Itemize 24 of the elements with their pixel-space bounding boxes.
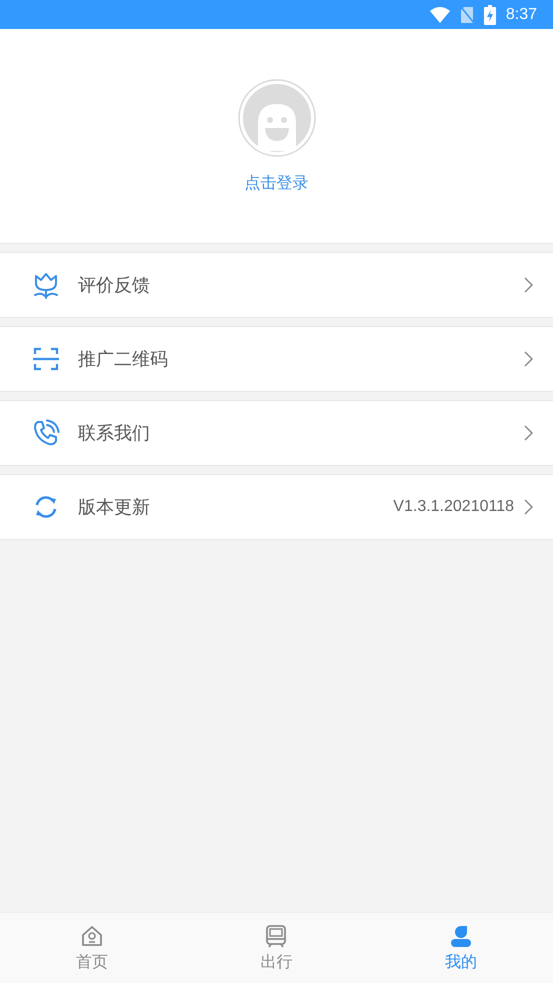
wifi-icon: [430, 6, 450, 22]
chevron-right-icon: [524, 499, 533, 515]
phone-icon: [32, 419, 60, 447]
chevron-right-icon: [524, 425, 533, 441]
menu-item[interactable]: 评价反馈: [0, 252, 553, 318]
no-sim-icon: [460, 6, 474, 24]
status-time: 8:37: [506, 6, 537, 24]
home-icon: [80, 924, 104, 948]
chevron-right-icon: [524, 277, 533, 293]
menu-label: 版本更新: [78, 496, 151, 519]
person-icon: [448, 924, 473, 948]
menu-item[interactable]: 推广二维码: [0, 326, 553, 392]
menu-item[interactable]: 联系我们: [0, 400, 553, 466]
bus-icon: [264, 924, 288, 948]
tulip-icon: [32, 271, 60, 299]
battery-charging-icon: [484, 4, 496, 24]
menu-item[interactable]: 版本更新 V1.3.1.20210118: [0, 474, 553, 540]
menu-label: 推广二维码: [78, 348, 169, 371]
chevron-right-icon: [524, 351, 533, 367]
avatar-icon[interactable]: [238, 79, 316, 157]
menu-label: 联系我们: [78, 422, 151, 445]
menu-label: 评价反馈: [78, 274, 151, 297]
version-text: V1.3.1.20210118: [393, 498, 514, 516]
scan-icon: [32, 345, 60, 373]
